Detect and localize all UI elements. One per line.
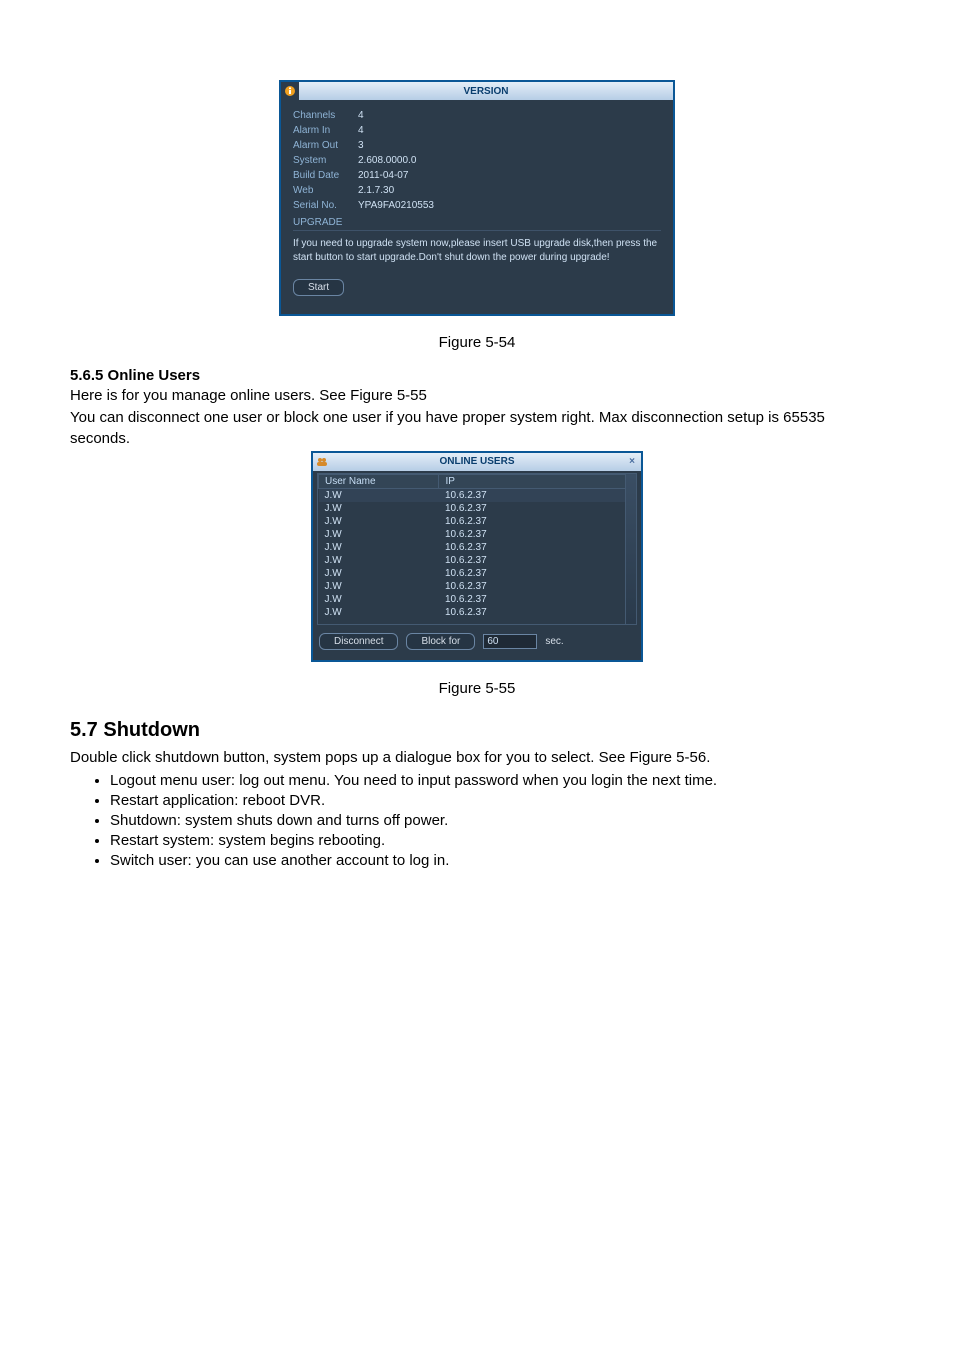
- figure-caption-5-55: Figure 5-55: [70, 680, 884, 697]
- kv-row: Build Date2011-04-07: [293, 170, 661, 181]
- online-titlebar: ONLINE USERS ×: [313, 453, 641, 471]
- list-item: Restart system: system begins rebooting.: [110, 832, 884, 849]
- table-row[interactable]: J.W10.6.2.37: [319, 580, 636, 593]
- kv-row: Alarm In4: [293, 125, 661, 136]
- disconnect-button[interactable]: Disconnect: [319, 633, 398, 650]
- table-row[interactable]: J.W10.6.2.37: [319, 528, 636, 541]
- upgrade-help-text: If you need to upgrade system now,please…: [293, 237, 661, 265]
- kv-row: System2.608.0000.0: [293, 155, 661, 166]
- list-item: Restart application: reboot DVR.: [110, 792, 884, 809]
- table-row[interactable]: J.W10.6.2.37: [319, 488, 636, 502]
- table-row[interactable]: J.W10.6.2.37: [319, 502, 636, 515]
- kv-row: Serial No.YPA9FA0210553: [293, 200, 661, 211]
- online-users-list[interactable]: User Name IP J.W10.6.2.37 J.W10.6.2.37 J…: [317, 473, 637, 625]
- kv-row: Web2.1.7.30: [293, 185, 661, 196]
- list-item: Shutdown: system shuts down and turns of…: [110, 812, 884, 829]
- start-button[interactable]: Start: [293, 279, 344, 296]
- table-row[interactable]: J.W10.6.2.37: [319, 515, 636, 528]
- table-row[interactable]: J.W10.6.2.37: [319, 554, 636, 567]
- kv-row: Alarm Out3: [293, 140, 661, 151]
- table-row[interactable]: J.W10.6.2.37: [319, 541, 636, 554]
- col-user-name: User Name: [319, 474, 439, 488]
- users-icon: [313, 453, 331, 471]
- block-for-button[interactable]: Block for: [406, 633, 475, 650]
- version-titlebar: VERSION: [281, 82, 673, 100]
- col-ip: IP: [439, 474, 636, 488]
- list-item: Logout menu user: log out menu. You need…: [110, 772, 884, 789]
- version-window: VERSION Channels4 Alarm In4 Alarm Out3 S…: [279, 80, 675, 316]
- table-row[interactable]: J.W10.6.2.37: [319, 567, 636, 580]
- block-seconds-input[interactable]: [483, 634, 537, 649]
- shutdown-bullet-list: Logout menu user: log out menu. You need…: [70, 772, 884, 869]
- section-5-7-title: 5.7 Shutdown: [70, 719, 884, 742]
- info-icon: [281, 82, 299, 100]
- sec-label: sec.: [545, 636, 563, 647]
- version-body: Channels4 Alarm In4 Alarm Out3 System2.6…: [281, 100, 673, 314]
- upgrade-header: UPGRADE: [293, 217, 661, 231]
- section-5-6-5-p1: Here is for you manage online users. See…: [70, 386, 884, 406]
- section-5-6-5-p2: You can disconnect one user or block one…: [70, 408, 884, 449]
- online-title: ONLINE USERS: [331, 456, 623, 467]
- table-row[interactable]: J.W10.6.2.37: [319, 593, 636, 606]
- kv-row: Channels4: [293, 110, 661, 121]
- list-item: Switch user: you can use another account…: [110, 852, 884, 869]
- table-row[interactable]: J.W10.6.2.37: [319, 606, 636, 619]
- version-title: VERSION: [299, 86, 673, 97]
- section-5-7-p1: Double click shutdown button, system pop…: [70, 748, 884, 768]
- section-5-6-5-title: 5.6.5 Online Users: [70, 367, 884, 384]
- close-icon[interactable]: ×: [623, 456, 641, 467]
- online-users-window: ONLINE USERS × User Name IP J.W10.6.2.37…: [311, 451, 643, 662]
- figure-caption-5-54: Figure 5-54: [70, 334, 884, 351]
